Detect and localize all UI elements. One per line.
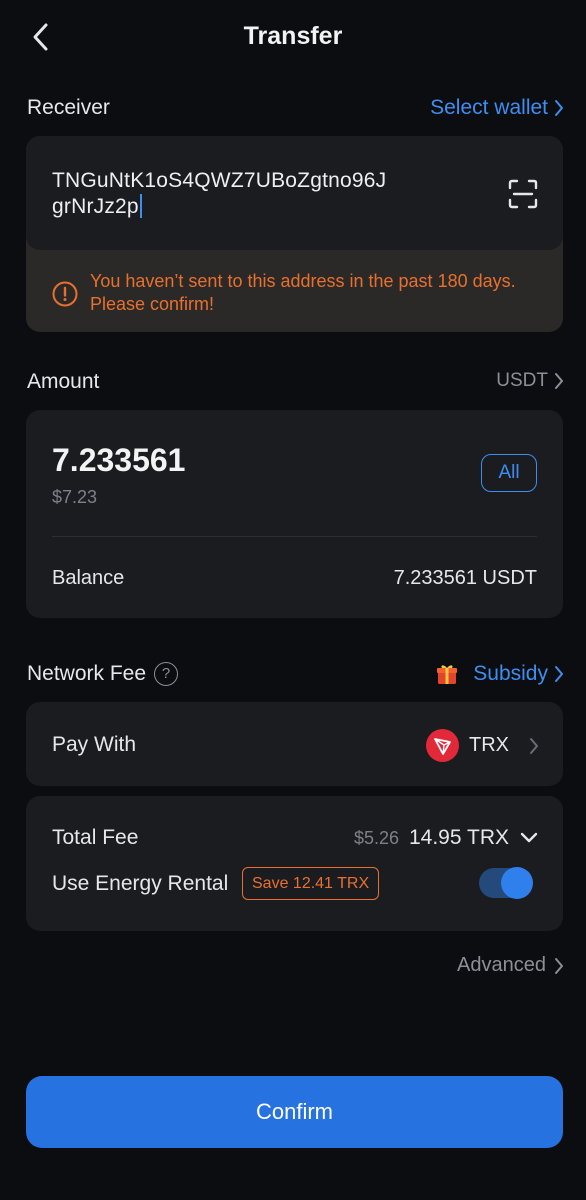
chevron-right-icon <box>555 100 563 116</box>
token-label: USDT <box>496 370 548 391</box>
chevron-right-icon <box>555 957 563 974</box>
scan-button[interactable] <box>507 178 539 210</box>
pay-with-token-label: TRX <box>469 734 509 756</box>
address-input[interactable]: TNGuNtK1oS4QWZ7UBoZgtno96J grNrJz2p <box>26 136 563 250</box>
alert-circle-icon <box>52 281 78 307</box>
receiver-label: Receiver <box>27 96 110 119</box>
scan-icon <box>508 179 538 209</box>
chevron-down-icon <box>520 832 538 843</box>
total-fee-toggle[interactable]: $5.26 14.95 TRX <box>354 826 539 850</box>
balance-value: 7.233561 USDT <box>393 567 537 589</box>
address-line-2: grNrJz2p <box>52 195 139 218</box>
energy-rental-toggle[interactable] <box>479 867 533 899</box>
select-wallet-link[interactable]: Select wallet <box>430 96 564 120</box>
tron-logo-icon <box>426 729 459 762</box>
header: Transfer <box>0 0 586 74</box>
chevron-right-icon <box>555 373 563 389</box>
warning-text: You haven’t sent to this address in the … <box>90 271 516 314</box>
amount-card: 7.233561 $7.23 All Balance 7.233561 USDT <box>26 410 563 618</box>
network-fee-label: Network Fee <box>27 662 147 685</box>
pay-with-token: TRX <box>426 729 539 762</box>
confirm-button[interactable]: Confirm <box>26 1076 563 1148</box>
page-title: Transfer <box>243 22 343 50</box>
token-selector[interactable]: USDT <box>496 370 564 392</box>
pay-with-label: Pay With <box>52 733 137 756</box>
address-warning: You haven’t sent to this address in the … <box>52 270 542 316</box>
total-fee-fiat: $5.26 <box>353 827 399 848</box>
energy-rental-label: Use Energy Rental <box>52 872 229 895</box>
toggle-knob <box>501 867 533 899</box>
advanced-link[interactable]: Advanced <box>457 954 564 977</box>
gift-icon <box>437 665 458 684</box>
divider <box>52 536 537 537</box>
balance-label: Balance <box>52 567 125 589</box>
subsidy-label: Subsidy <box>473 662 548 685</box>
network-fee-label-row: Network Fee? <box>27 662 179 686</box>
amount-fiat-value: $7.23 <box>52 487 98 507</box>
save-badge: Save 12.41 TRX <box>242 867 380 900</box>
chevron-right-icon <box>530 737 538 754</box>
help-icon[interactable]: ? <box>154 662 179 686</box>
select-wallet-label: Select wallet <box>430 96 548 119</box>
all-button[interactable]: All <box>481 454 537 492</box>
chevron-right-icon <box>555 666 563 682</box>
pay-with-row[interactable]: Pay With TRX <box>26 702 563 786</box>
amount-label: Amount <box>27 370 100 393</box>
subsidy-link[interactable]: Subsidy <box>435 662 564 686</box>
amount-input[interactable]: 7.233561 <box>52 442 185 479</box>
receiver-card: TNGuNtK1oS4QWZ7UBoZgtno96J grNrJz2p You h… <box>26 136 563 332</box>
total-fee-trx: 14.95 TRX <box>408 826 509 849</box>
address-line-1: TNGuNtK1oS4QWZ7UBoZgtno96J <box>52 169 387 192</box>
advanced-label: Advanced <box>457 954 546 976</box>
address-text[interactable]: TNGuNtK1oS4QWZ7UBoZgtno96J grNrJz2p <box>52 168 452 220</box>
total-fee-card: Total Fee $5.26 14.95 TRX Use Energy Ren… <box>26 796 563 931</box>
text-cursor <box>139 194 142 218</box>
total-fee-label: Total Fee <box>52 826 139 849</box>
